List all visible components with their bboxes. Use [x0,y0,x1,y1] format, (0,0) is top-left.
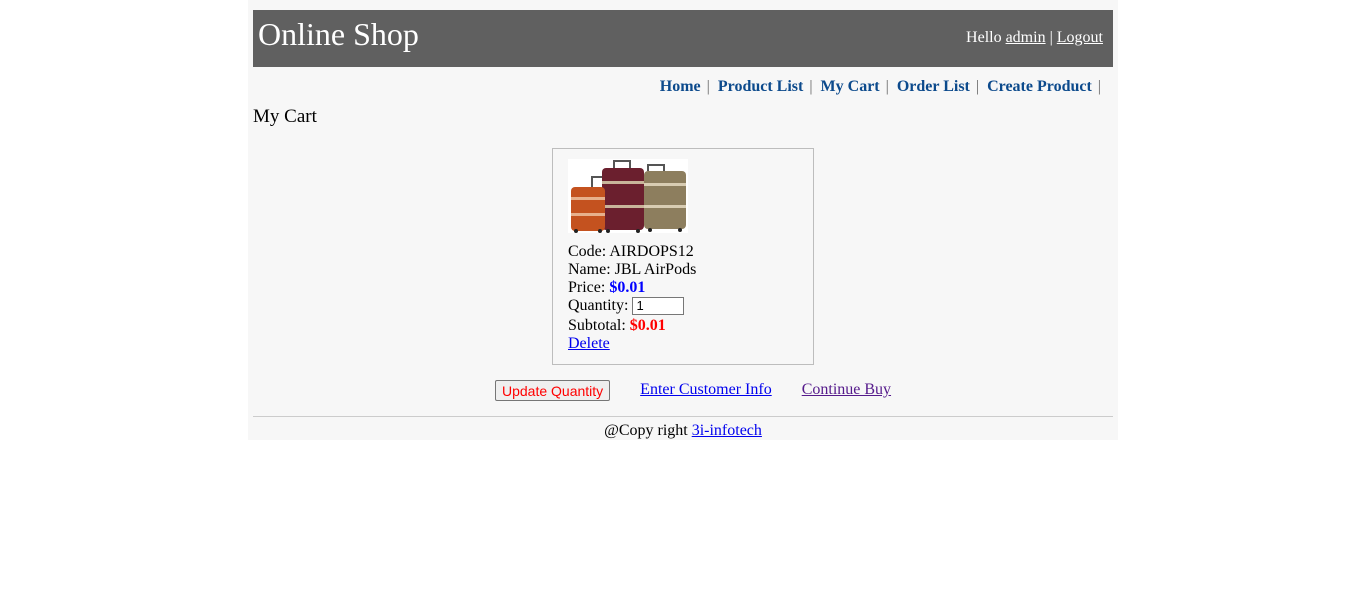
delete-link[interactable]: Delete [568,335,610,352]
page-title: My Cart [253,106,317,127]
footer-divider [253,416,1113,417]
cart-item-card: Code: AIRDOPS12 Name: JBL AirPods Price:… [552,148,814,365]
update-quantity-button[interactable]: Update Quantity [495,380,611,401]
code-row: Code: AIRDOPS12 [568,243,696,261]
menu-separator: | [706,78,710,95]
menu-separator: | [885,78,889,95]
cart-item-info: Code: AIRDOPS12 Name: JBL AirPods Price:… [568,243,696,353]
menu-separator: | [809,78,813,95]
quantity-label: Quantity: [568,297,629,314]
menu-home[interactable]: Home [660,78,701,95]
greeting-text: Hello [966,29,1002,46]
footer: @Copy right 3i-infotech [248,422,1118,440]
logout-link[interactable]: Logout [1057,29,1103,46]
price-value: $0.01 [609,279,646,296]
code-label: Code: [568,243,607,260]
menu-separator: | [975,78,980,95]
price-label: Price: [568,279,606,296]
company-link[interactable]: 3i-infotech [692,422,762,439]
quantity-input[interactable] [632,296,685,315]
continue-buy-link[interactable]: Continue Buy [802,381,891,398]
quantity-row: Quantity: [568,296,696,317]
cart-actions: Update Quantity Enter Customer Info Cont… [495,380,891,401]
name-row: Name: JBL AirPods [568,261,696,279]
delete-row: Delete [568,335,696,353]
price-row: Price: $0.01 [568,279,696,297]
site-title: Online Shop [258,16,419,52]
main-menu: Home | Product List | My Cart | Order List | Cre… [660,77,1109,97]
luggage-set-image [568,159,688,233]
user-box: Hello admin | Logout [966,29,1103,47]
menu-my-cart[interactable]: My Cart [821,78,880,95]
subtotal-row: Subtotal: $0.01 [568,317,696,335]
menu-order-list[interactable]: Order List [897,78,970,95]
header-bar: Online Shop Hello admin | Logout [253,10,1113,67]
name-label: Name: [568,261,611,278]
code-value: AIRDOPS12 [609,243,694,260]
separator: | [1049,29,1053,46]
enter-customer-info-link[interactable]: Enter Customer Info [640,381,772,398]
subtotal-value: $0.01 [629,317,666,334]
username-link[interactable]: admin [1006,29,1046,46]
menu-product-list[interactable]: Product List [718,78,803,95]
page-container: Online Shop Hello admin | Logout Home | Prod… [248,0,1118,440]
subtotal-label: Subtotal: [568,317,626,334]
name-value: JBL AirPods [614,261,697,278]
menu-create-product[interactable]: Create Product [987,78,1092,95]
copyright-text: @Copy right [604,422,688,439]
menu-separator: | [1097,78,1101,95]
